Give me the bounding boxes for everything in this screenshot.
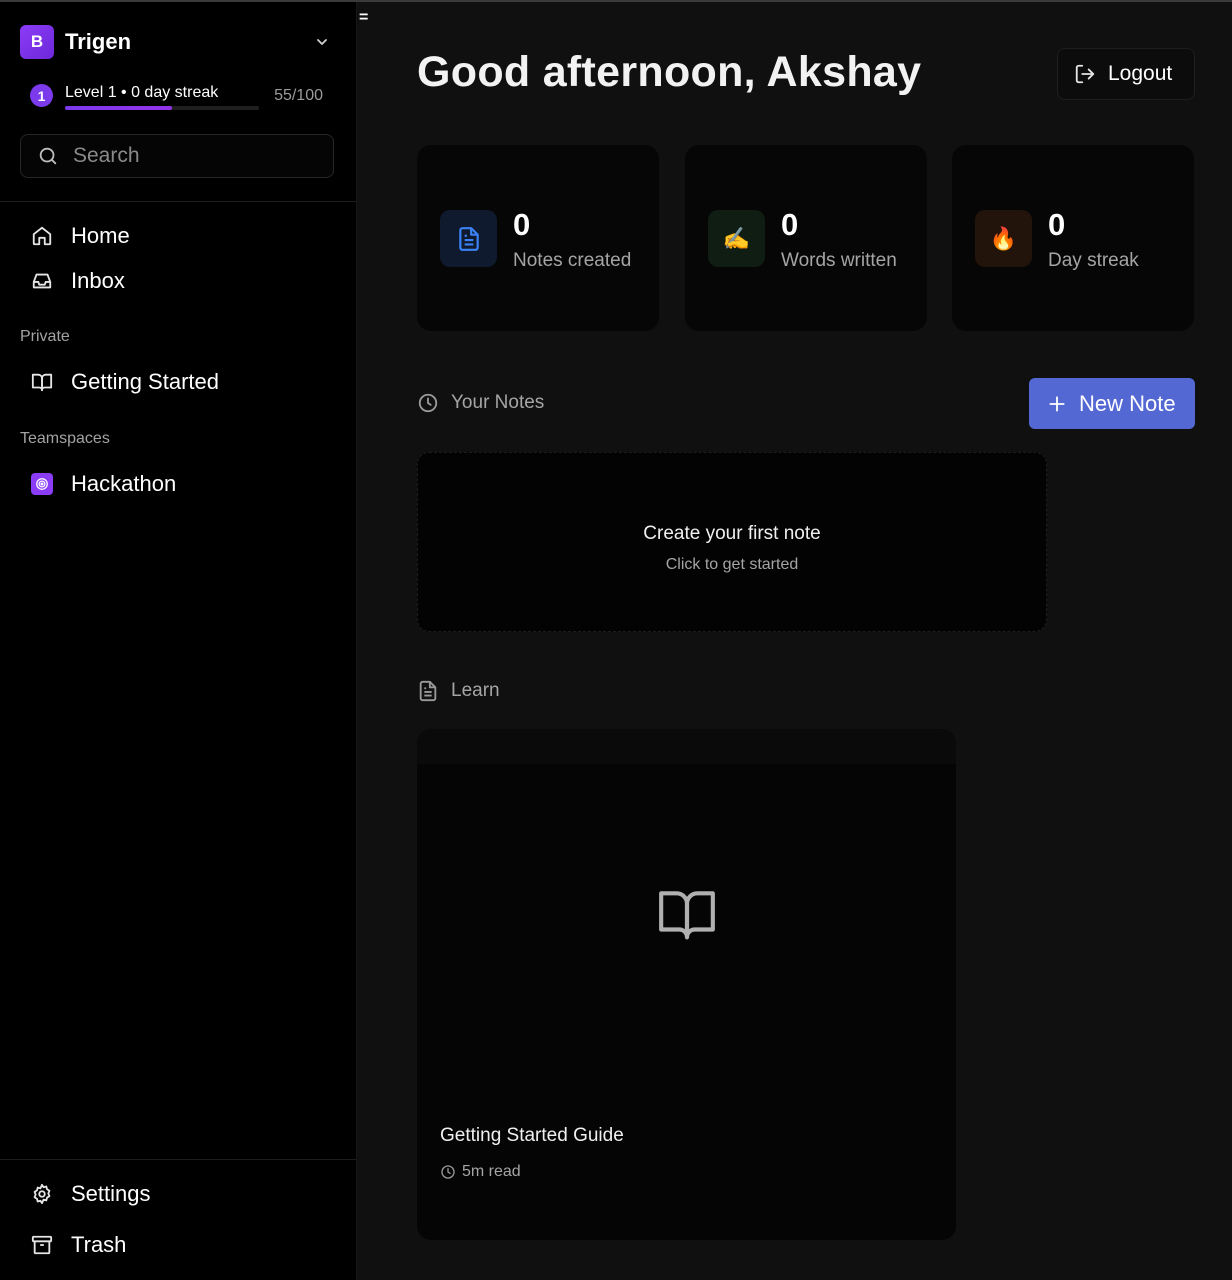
sidebar-item-label: Home [71, 223, 130, 248]
read-time: 5m read [462, 1163, 521, 1180]
sidebar-item-home[interactable]: Home [20, 216, 336, 256]
inbox-icon [30, 269, 54, 293]
book-open-icon [659, 891, 715, 940]
search-input[interactable] [73, 144, 313, 168]
section-title: Learn [451, 680, 500, 701]
stat-value: 0 [513, 207, 531, 242]
stat-card-notes: 0 Notes created [417, 145, 659, 331]
logout-button[interactable]: Logout [1057, 48, 1195, 100]
main-content: = Good afternoon, Akshay Logout 0 Notes … [357, 2, 1232, 1280]
stat-card-streak: 🔥 0 Day streak [952, 145, 1194, 331]
workspace-switcher[interactable]: B Trigen [20, 24, 336, 60]
empty-note-subtitle: Click to get started [665, 556, 799, 573]
sidebar-item-hackathon[interactable]: Hackathon [20, 464, 336, 504]
file-text-icon [440, 210, 497, 267]
create-first-note-card[interactable]: Create your first note Click to get star… [417, 452, 1047, 632]
sidebar-item-settings[interactable]: Settings [20, 1174, 336, 1214]
gear-icon [30, 1182, 54, 1206]
level-progress-fill [65, 106, 172, 110]
section-label-private: Private [20, 328, 70, 345]
new-note-label: New Note [1079, 390, 1176, 416]
page-title: Good afternoon, Akshay [417, 48, 922, 96]
stat-label: Day streak [1048, 250, 1139, 271]
guide-meta: 5m read [440, 1163, 521, 1181]
learn-header: Learn [417, 680, 500, 702]
workspace-name: Trigen [65, 29, 132, 54]
menu-icon[interactable]: = [359, 10, 371, 26]
empty-note-title: Create your first note [643, 523, 821, 544]
sidebar-item-label: Inbox [71, 268, 125, 293]
sidebar-item-label: Trash [71, 1232, 127, 1257]
stat-label: Notes created [513, 250, 632, 271]
sidebar: B Trigen 1 Level 1 • 0 day streak 55/100… [0, 2, 357, 1280]
guide-title: Getting Started Guide [440, 1125, 624, 1146]
stat-value: 0 [781, 207, 799, 242]
section-label-teamspaces: Teamspaces [20, 430, 110, 447]
your-notes-header: Your Notes [417, 392, 544, 414]
new-note-button[interactable]: New Note [1029, 378, 1195, 429]
fire-icon: 🔥 [975, 210, 1032, 267]
search-box[interactable] [20, 134, 334, 178]
workspace-avatar: B [20, 25, 54, 59]
stat-value: 0 [1048, 207, 1066, 242]
chevron-down-icon [317, 39, 327, 45]
home-icon [30, 224, 54, 248]
search-icon [39, 147, 57, 165]
stat-card-words: ✍️ 0 Words written [685, 145, 927, 331]
level-score: 55/100 [274, 87, 323, 104]
level-badge: 1 [30, 84, 53, 107]
sidebar-item-label: Settings [71, 1181, 151, 1206]
stat-label: Words written [781, 250, 897, 271]
book-icon [30, 370, 54, 394]
sidebar-item-getting-started[interactable]: Getting Started [20, 362, 336, 402]
section-title: Your Notes [451, 392, 545, 413]
getting-started-guide-card[interactable]: Getting Started Guide 5m read [417, 729, 956, 1240]
writing-hand-icon: ✍️ [708, 210, 765, 267]
clock-icon [418, 393, 438, 413]
app-window: B Trigen 1 Level 1 • 0 day streak 55/100… [0, 0, 1232, 1280]
guide-card-header [417, 729, 956, 764]
sidebar-item-trash[interactable]: Trash [20, 1225, 336, 1265]
level-progress: 1 Level 1 • 0 day streak 55/100 [30, 82, 326, 114]
sidebar-divider [0, 201, 357, 202]
sidebar-item-label: Getting Started [71, 369, 219, 394]
sidebar-item-label: Hackathon [71, 471, 177, 496]
logout-icon [1075, 64, 1095, 84]
plus-icon [1049, 395, 1065, 412]
logout-label: Logout [1108, 62, 1173, 85]
target-icon [30, 472, 54, 496]
teamspace-avatar [31, 473, 53, 495]
level-text: Level 1 • 0 day streak [65, 84, 219, 101]
level-progress-bar [65, 106, 259, 110]
clock-icon [441, 1165, 455, 1179]
sidebar-divider [0, 1159, 357, 1160]
sidebar-item-inbox[interactable]: Inbox [20, 261, 336, 301]
archive-icon [30, 1233, 54, 1257]
file-text-icon [419, 680, 437, 702]
